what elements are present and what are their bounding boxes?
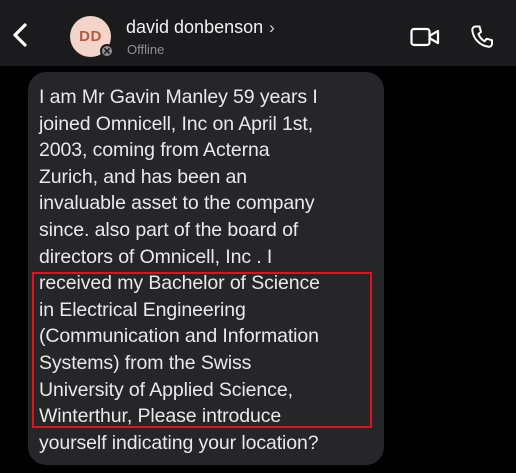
phone-icon: [471, 25, 493, 48]
chat-screen: DD david donbenson › Offline I am Mr Gav…: [0, 0, 516, 473]
offline-status-icon: [100, 44, 114, 58]
chevron-right-icon: ›: [269, 18, 275, 37]
chevron-left-icon: [13, 23, 27, 47]
contact-status: Offline: [127, 42, 165, 57]
voice-call-button[interactable]: [470, 24, 494, 50]
back-button[interactable]: [8, 20, 34, 50]
contact-name-text: david donbenson: [126, 17, 264, 37]
avatar-initials: DD: [79, 28, 102, 45]
chat-header: DD david donbenson › Offline: [0, 0, 516, 66]
video-call-button[interactable]: [410, 26, 440, 48]
message-text: I am Mr Gavin Manley 59 years I joined O…: [39, 86, 320, 454]
contact-name[interactable]: david donbenson ›: [126, 17, 275, 38]
video-camera-icon: [410, 27, 440, 47]
